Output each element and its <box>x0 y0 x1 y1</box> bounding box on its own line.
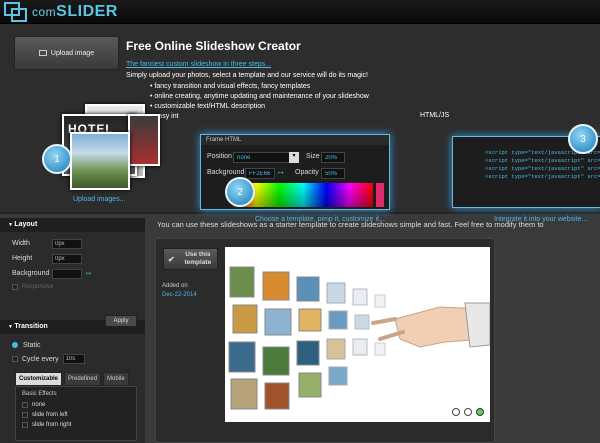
slide-dot-active[interactable] <box>476 408 484 416</box>
upload-image-label: Upload image <box>50 49 95 57</box>
effect-option[interactable]: slide from left <box>22 410 130 420</box>
code-line: <script type="text/javascript" src="js/ <box>485 157 600 164</box>
hero-title: Free Online Slideshow Creator <box>126 39 301 53</box>
html-js-label: HTML/JS <box>420 112 450 119</box>
slide-dot[interactable] <box>464 408 472 416</box>
effect-label: slide from right <box>32 422 72 428</box>
static-radio[interactable] <box>12 342 18 348</box>
checkmark-icon: ✔ <box>168 254 175 264</box>
hero-description: Simply upload your photos, select a temp… <box>126 72 369 79</box>
logo-text[interactable]: comSLIDER <box>32 3 118 21</box>
effect-option[interactable]: none <box>22 400 130 410</box>
arrow-right-icon[interactable]: ↦ <box>86 270 91 277</box>
cycle-label: Cycle every <box>22 355 59 363</box>
feature-item: customizable text/HTML description <box>150 102 369 112</box>
layout-section-header[interactable]: Layout <box>0 218 145 232</box>
added-date: Dec-22-2014 <box>162 292 197 298</box>
upload-image-button[interactable]: Upload image <box>14 36 119 70</box>
added-on-label: Added on <box>162 283 188 289</box>
logo-prefix: com <box>32 5 57 19</box>
position-select[interactable] <box>233 152 291 163</box>
chevron-down-icon[interactable]: ▾ <box>289 152 299 163</box>
basic-effects-panel: Basic Effects none slide from left slide… <box>15 386 137 441</box>
responsive-checkbox[interactable] <box>12 284 18 290</box>
static-option[interactable]: Static <box>0 338 145 352</box>
slideshow-preview[interactable] <box>225 247 490 422</box>
arrow-right-icon: ↦ <box>278 170 284 177</box>
flying-photo-tiles <box>228 266 386 410</box>
settings-sidebar: Layout Width Height Background ↦ Respons… <box>0 218 145 443</box>
code-line: <script type="text/javascript" src="js/j… <box>485 173 600 180</box>
background-label: Background <box>12 270 50 277</box>
use-template-label: Use this template <box>184 251 212 266</box>
logo-name: SLIDER <box>56 3 118 20</box>
use-template-button[interactable]: ✔ Use this template <box>163 248 218 270</box>
slide-dot[interactable] <box>452 408 460 416</box>
hero-section: Upload image Free Online Slideshow Creat… <box>0 24 600 223</box>
step-number: 1 <box>54 153 60 165</box>
preview-image <box>228 266 490 410</box>
photo-thumbnail <box>128 114 160 166</box>
effect-label: none <box>32 402 46 408</box>
effect-checkbox[interactable] <box>22 422 28 428</box>
size-label: Size <box>306 153 320 160</box>
hand-illustration <box>371 302 490 348</box>
effect-label: slide from left <box>32 412 68 418</box>
template-card: ✔ Use this template Added on Dec-22-2014 <box>155 238 495 443</box>
step-3-badge: 3 <box>568 124 598 154</box>
step-2-badge: 2 <box>225 177 255 207</box>
background-row: Background ↦ <box>0 266 145 281</box>
width-label: Width <box>12 240 30 247</box>
tab-predefined[interactable]: Predefined <box>64 372 102 386</box>
transition-tabs: Customizable Predefined Mobile <box>15 372 145 386</box>
opacity-label: Opacity <box>295 169 319 176</box>
pagination-dots <box>452 408 484 416</box>
step-1-badge: 1 <box>42 144 72 174</box>
code-line: <script type="text/javascript" src="js/j… <box>485 165 600 172</box>
image-icon <box>38 50 47 56</box>
step-1-caption[interactable]: Upload images... <box>73 196 126 203</box>
template-intro-text: You can use these slideshows as a starte… <box>157 220 544 229</box>
width-row: Width <box>0 236 145 251</box>
feature-item: online creating, anytime updating and ma… <box>150 92 368 102</box>
cycle-input[interactable] <box>62 354 85 364</box>
height-input[interactable] <box>52 253 82 264</box>
photo-thumbnail <box>70 132 130 190</box>
apply-button[interactable]: Apply <box>105 315 137 327</box>
opacity-input[interactable] <box>321 168 345 179</box>
size-input[interactable] <box>321 152 345 163</box>
effects-title: Basic Effects <box>22 391 57 397</box>
feature-item: fancy transition and visual effects, fan… <box>150 82 369 92</box>
effect-checkbox[interactable] <box>22 412 28 418</box>
width-input[interactable] <box>52 238 82 249</box>
position-label: Position <box>207 153 232 160</box>
background-label: Background <box>207 169 245 176</box>
cycle-option[interactable]: Cycle every <box>0 352 145 366</box>
cycle-checkbox[interactable] <box>12 356 18 362</box>
height-row: Height <box>0 251 145 266</box>
responsive-label: Responsive <box>22 284 54 290</box>
background-input[interactable] <box>52 268 82 279</box>
effect-checkbox[interactable] <box>22 402 28 408</box>
tab-customizable[interactable]: Customizable <box>15 372 63 386</box>
feature-item: easy int <box>150 112 369 122</box>
hue-slider[interactable] <box>376 183 384 207</box>
height-label: Height <box>12 255 33 262</box>
frame-panel-header: Frame HTML <box>201 135 389 145</box>
background-color-input[interactable] <box>245 168 275 179</box>
step-number: 2 <box>237 186 243 198</box>
step-number: 3 <box>580 133 586 145</box>
tab-mobile[interactable]: Mobile <box>103 372 129 386</box>
effect-option[interactable]: slide from right <box>22 420 130 430</box>
feature-list: fancy transition and visual effects, fan… <box>150 82 369 122</box>
responsive-option[interactable]: Responsive <box>0 281 145 293</box>
top-bar: comSLIDER <box>0 0 600 24</box>
logo-icon <box>4 2 27 22</box>
hero-subtitle[interactable]: The fanciest custom slideshow in three s… <box>126 61 271 68</box>
static-label: Static <box>23 341 41 349</box>
